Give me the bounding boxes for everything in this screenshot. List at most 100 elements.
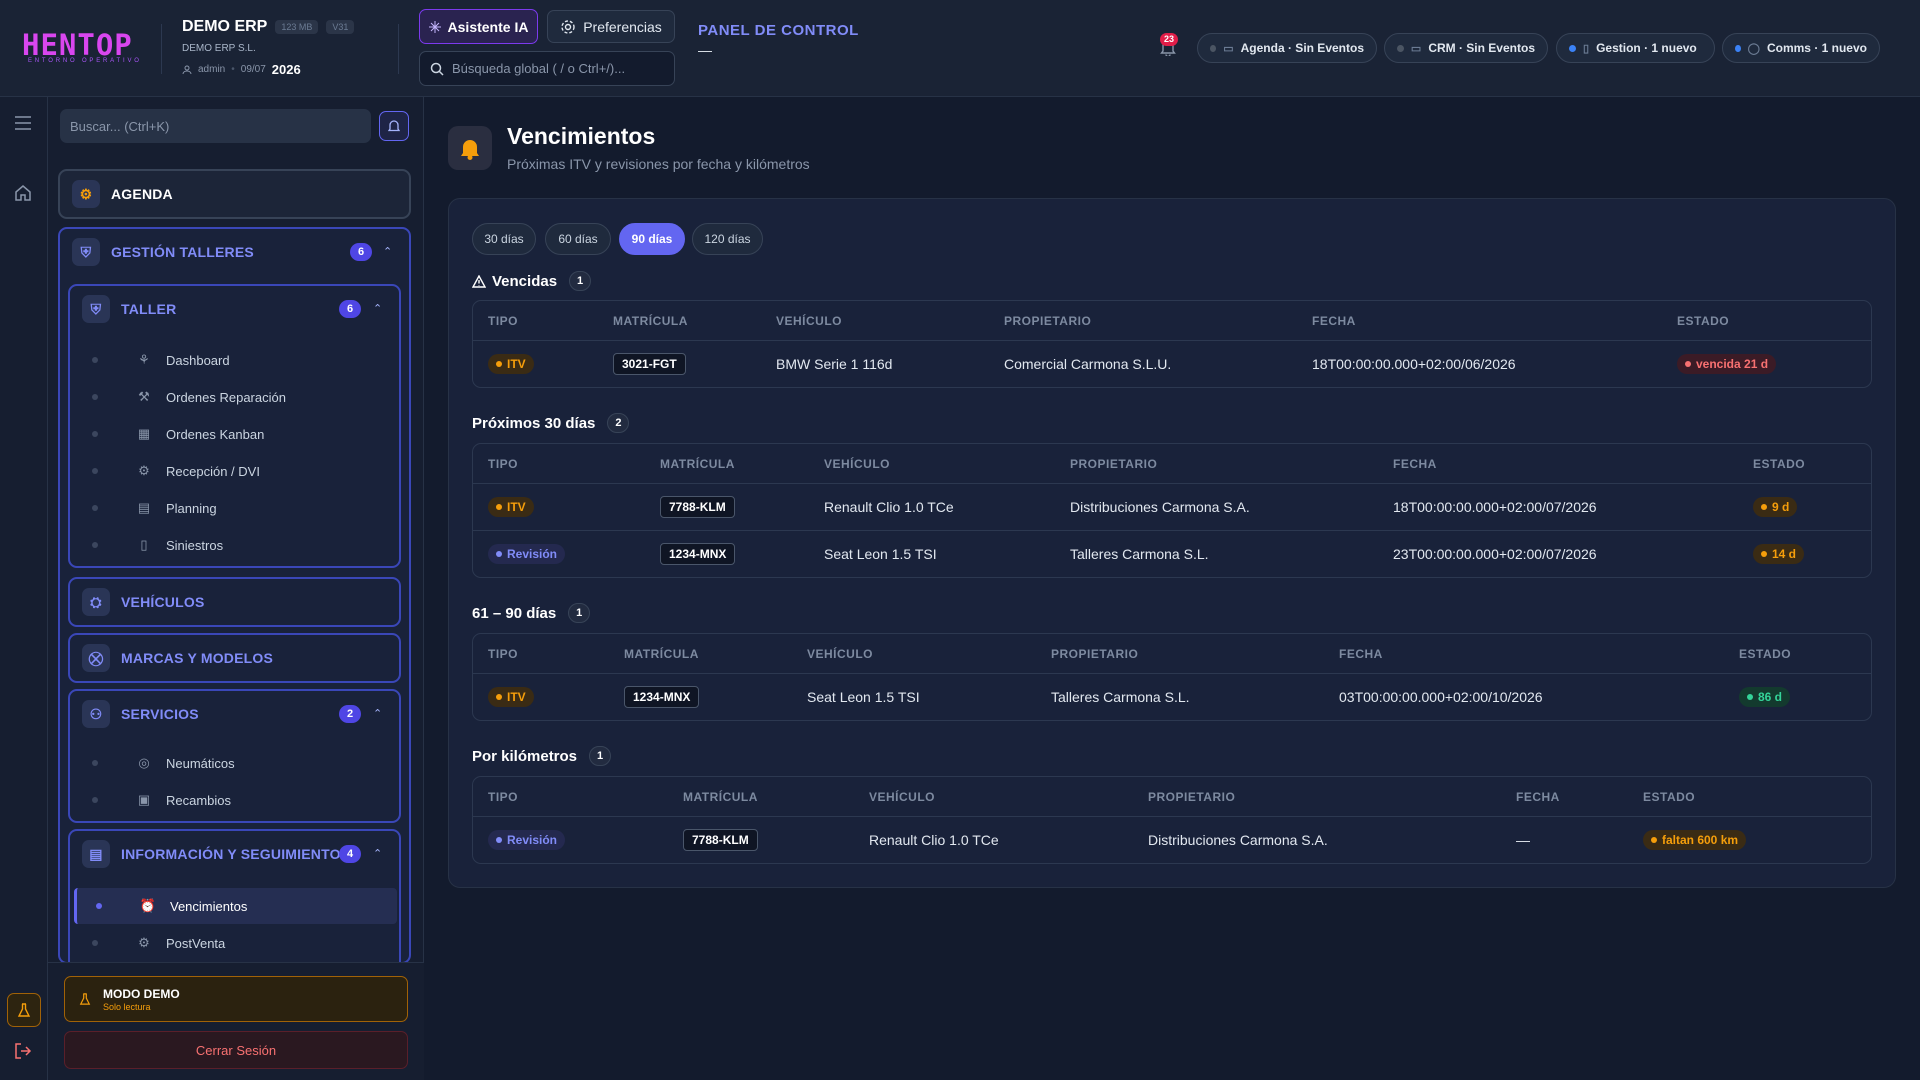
tab-120-dias[interactable]: 120 días	[692, 223, 763, 255]
sidebar-item-agenda[interactable]: ⚙ AGENDA	[58, 169, 411, 219]
status-dot	[1569, 44, 1576, 52]
sidebar-item-planning[interactable]: ▤ Planning	[70, 490, 399, 526]
sidebar-item-ordenes-reparacion[interactable]: ⚒ Ordenes Reparación	[70, 379, 399, 415]
sidebar-item-vehiculos[interactable]: ⛭ VEHÍCULOS	[68, 577, 401, 627]
col-matricula: MATRÍCULA	[624, 646, 699, 661]
preferences-button[interactable]: Preferencias	[547, 10, 675, 43]
sidebar-item-vencimientos[interactable]: ⏰ Vencimientos	[74, 888, 397, 924]
tab-90-dias[interactable]: 90 días	[619, 223, 685, 255]
global-search[interactable]	[419, 51, 675, 86]
section-count: 1	[568, 603, 591, 623]
logout-button[interactable]: Cerrar Sesión	[64, 1031, 408, 1069]
sidebar-search-input[interactable]	[70, 118, 340, 134]
col-estado: ESTADO	[1643, 789, 1696, 804]
chat-icon: ▭	[1410, 42, 1422, 55]
page-subtitle: Próximas ITV y revisiones por fecha y ki…	[507, 156, 810, 172]
sidebar-item-siniestros[interactable]: ▯ Siniestros	[70, 527, 399, 563]
sidebar-item-recambios[interactable]: ▣ Recambios	[70, 782, 399, 818]
chevron-up-icon[interactable]: ⌃	[373, 847, 382, 860]
ai-assistant-button[interactable]: Asistente IA	[419, 9, 538, 44]
demo-mode-button[interactable]	[7, 993, 41, 1027]
sidebar-item-neumaticos[interactable]: ◎ Neumáticos	[70, 745, 399, 781]
logout-icon-button[interactable]	[11, 1039, 35, 1063]
services-icon: ⚇	[82, 700, 110, 728]
plate-badge: 7788-KLM	[660, 496, 735, 518]
vehicle-cell: BMW Serie 1 116d	[776, 356, 893, 372]
sidebar-group-gestion-talleres: ⛨ GESTIÓN TALLERES 6 ⌃ ⛨ TALLER 6 ⌃ ⚘ Das…	[58, 227, 411, 969]
tab-30-dias[interactable]: 30 días	[472, 223, 536, 255]
gestion-status-pill[interactable]: ▯ Gestion · 1 nuevo	[1556, 33, 1715, 63]
sidebar-group-taller: ⛨ TALLER 6 ⌃ ⚘ Dashboard ⚒ Ordenes Reparac…	[68, 284, 401, 568]
section-count: 1	[569, 271, 592, 291]
agenda-status-pill[interactable]: ▭ Agenda · Sin Eventos	[1197, 33, 1377, 63]
logo-subtitle: ENTORNO OPERATIVO	[28, 58, 142, 64]
date-cell: 18T00:00:00.000+02:00/07/2026	[1393, 499, 1597, 515]
col-matricula: MATRÍCULA	[613, 313, 688, 328]
chevron-up-icon[interactable]: ⌃	[373, 302, 382, 315]
section-count: 1	[589, 746, 612, 766]
col-vehiculo: VEHÍCULO	[824, 456, 891, 471]
page-title: Vencimientos	[507, 123, 656, 149]
company-name: DEMO ERP	[182, 18, 268, 35]
col-tipo: TIPO	[488, 456, 519, 471]
calendar-icon: ▭	[1223, 42, 1234, 55]
calendar-icon: ▤	[137, 500, 151, 515]
owner-cell: Comercial Carmona S.L.U.	[1004, 356, 1172, 372]
col-estado: ESTADO	[1677, 313, 1730, 328]
sidebar-item-ordenes-kanban[interactable]: ▦ Ordenes Kanban	[70, 416, 399, 452]
informacion-header[interactable]: ▤ INFORMACIÓN Y SEGUIMIENTO	[82, 840, 341, 868]
table-vencidas: TIPO MATRÍCULA VEHÍCULO PROPIETARIO FECH…	[472, 300, 1872, 388]
col-vehiculo: VEHÍCULO	[776, 313, 843, 328]
owner-cell: Talleres Carmona S.L.	[1051, 689, 1190, 705]
tire-icon: ◎	[138, 755, 150, 770]
vehicle-cell: Renault Clio 1.0 TCe	[824, 499, 954, 515]
home-button[interactable]	[11, 181, 35, 205]
comms-status-pill[interactable]: ◯ Comms · 1 nuevo	[1722, 33, 1880, 63]
agenda-icon: ⚙	[72, 180, 100, 208]
panel-title: PANEL DE CONTROL	[698, 22, 859, 39]
chevron-up-icon[interactable]: ⌃	[383, 245, 392, 258]
sidebar-item-marcas-modelos[interactable]: ⛒ MARCAS Y MODELOS	[68, 633, 401, 683]
message-icon: ◯	[1747, 42, 1760, 55]
servicios-header[interactable]: ⚇ SERVICIOS	[82, 700, 199, 728]
col-matricula: MATRÍCULA	[683, 789, 758, 804]
company-legal-name: DEMO ERP S.L.	[182, 43, 256, 54]
vehicle-cell: Seat Leon 1.5 TSI	[807, 689, 920, 705]
divider	[398, 24, 399, 74]
sidebar-item-recepcion-dvi[interactable]: ⚙ Recepción / DVI	[70, 453, 399, 489]
gestion-talleres-header[interactable]: ⛨ GESTIÓN TALLERES	[72, 238, 254, 266]
taller-header[interactable]: ⛨ TALLER	[82, 295, 176, 323]
taller-count-badge: 6	[339, 300, 361, 318]
chevron-up-icon[interactable]: ⌃	[373, 707, 382, 720]
sidebar-item-dashboard[interactable]: ⚘ Dashboard	[70, 342, 399, 378]
col-estado: ESTADO	[1739, 646, 1792, 661]
section-title-proximos-30: Próximos 30 días 2	[472, 413, 630, 433]
kanban-icon: ▦	[137, 426, 151, 441]
menu-toggle[interactable]	[11, 111, 35, 135]
page-icon	[448, 126, 492, 170]
col-fecha: FECHA	[1312, 313, 1356, 328]
alarm-icon: ⏰	[139, 898, 157, 913]
clipboard-icon: ▤	[82, 840, 110, 868]
table-61-90: TIPO MATRÍCULA VEHÍCULO PROPIETARIO FECH…	[472, 633, 1872, 721]
demo-mode-title: MODO DEMO	[103, 986, 180, 1001]
tag-icon: ⛒	[82, 644, 110, 672]
user-icon	[182, 65, 192, 74]
servicios-count-badge: 2	[339, 705, 361, 723]
sidebar-search[interactable]	[60, 109, 371, 143]
logo[interactable]: HENTOP ENTORNO OPERATIVO	[22, 30, 142, 64]
sidebar-item-postventa[interactable]: ⚙ PostVenta	[70, 925, 399, 961]
status-badge: 86 d	[1739, 687, 1791, 707]
car-icon: ⛭	[82, 588, 110, 616]
global-search-input[interactable]	[452, 61, 652, 76]
informacion-count-badge: 4	[339, 845, 361, 863]
dashboard-icon: ⚘	[138, 352, 150, 367]
tab-60-dias[interactable]: 60 días	[545, 223, 611, 255]
type-badge: ITV	[488, 354, 534, 374]
divider	[161, 24, 162, 74]
crm-status-pill[interactable]: ▭ CRM · Sin Eventos	[1384, 33, 1548, 63]
sidebar-notify-button[interactable]	[379, 111, 409, 141]
status-badge: 9 d	[1753, 497, 1798, 517]
shield-icon: ⛨	[82, 295, 110, 323]
status-dot	[1210, 44, 1217, 52]
